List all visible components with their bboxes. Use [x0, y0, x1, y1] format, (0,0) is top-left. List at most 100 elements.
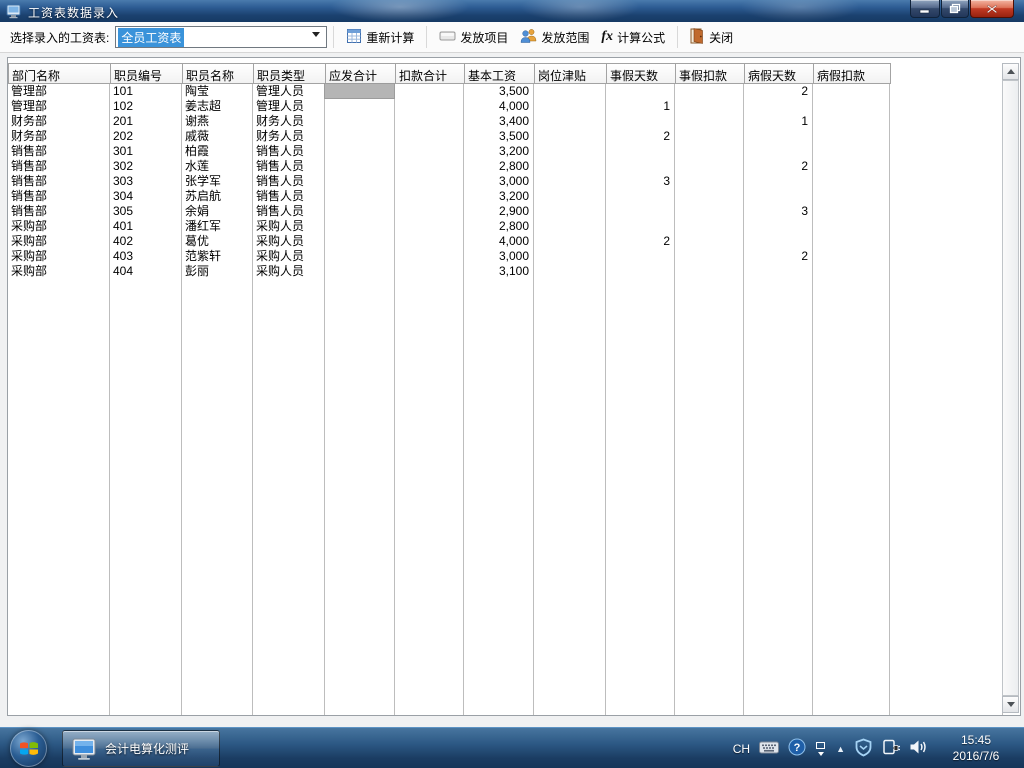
vertical-scrollbar[interactable] [1002, 63, 1019, 713]
table-cell[interactable] [744, 99, 813, 114]
table-cell[interactable]: 葛优 [182, 234, 253, 249]
restore-button[interactable] [941, 0, 969, 18]
table-cell[interactable]: 1 [606, 99, 675, 114]
table-cell[interactable] [534, 249, 606, 264]
table-cell[interactable] [744, 174, 813, 189]
table-cell[interactable]: 304 [110, 189, 182, 204]
table-cell[interactable] [813, 189, 890, 204]
table-cell[interactable]: 2 [606, 234, 675, 249]
language-indicator[interactable]: CH [733, 742, 750, 756]
column-header-6[interactable]: 基本工资 [464, 63, 535, 84]
start-button[interactable] [10, 730, 47, 767]
show-hidden-icons-button[interactable]: ▲ [836, 744, 845, 754]
table-cell[interactable]: 管理人员 [253, 99, 325, 114]
table-cell[interactable]: 财务部 [8, 114, 110, 129]
table-cell[interactable]: 3,000 [464, 174, 534, 189]
table-cell[interactable] [534, 99, 606, 114]
table-cell[interactable] [325, 144, 395, 159]
table-cell[interactable] [395, 129, 464, 144]
table-cell[interactable]: 财务人员 [253, 129, 325, 144]
table-cell[interactable]: 3 [606, 174, 675, 189]
table-cell[interactable] [395, 174, 464, 189]
table-cell[interactable] [395, 114, 464, 129]
table-cell[interactable] [395, 234, 464, 249]
table-cell[interactable]: 彭丽 [182, 264, 253, 279]
table-cell[interactable] [534, 264, 606, 279]
desktop-preview-icon[interactable] [815, 741, 827, 756]
table-cell[interactable] [325, 159, 395, 174]
selected-cell[interactable] [324, 83, 395, 99]
table-cell[interactable]: 2,800 [464, 159, 534, 174]
table-cell[interactable] [675, 114, 744, 129]
table-cell[interactable]: 2,900 [464, 204, 534, 219]
table-cell[interactable] [675, 204, 744, 219]
scroll-down-button[interactable] [1002, 696, 1019, 713]
table-cell[interactable] [744, 129, 813, 144]
table-cell[interactable]: 3,200 [464, 189, 534, 204]
table-cell[interactable]: 水莲 [182, 159, 253, 174]
table-cell[interactable] [606, 249, 675, 264]
table-cell[interactable]: 3 [744, 204, 813, 219]
table-cell[interactable] [813, 174, 890, 189]
pay-items-button[interactable]: 发放项目 [433, 26, 514, 49]
table-cell[interactable]: 采购人员 [253, 219, 325, 234]
table-cell[interactable] [325, 189, 395, 204]
table-cell[interactable]: 销售人员 [253, 159, 325, 174]
table-cell[interactable] [813, 144, 890, 159]
table-cell[interactable]: 销售部 [8, 189, 110, 204]
table-cell[interactable] [813, 114, 890, 129]
table-cell[interactable]: 3,400 [464, 114, 534, 129]
table-cell[interactable] [325, 174, 395, 189]
table-cell[interactable]: 2 [744, 249, 813, 264]
table-cell[interactable] [813, 234, 890, 249]
column-header-0[interactable]: 部门名称 [8, 63, 111, 84]
table-cell[interactable] [744, 219, 813, 234]
payroll-select-combobox[interactable]: 全员工资表 [115, 26, 328, 48]
table-cell[interactable] [675, 174, 744, 189]
table-cell[interactable] [325, 264, 395, 279]
table-cell[interactable]: 采购部 [8, 249, 110, 264]
minimize-button[interactable] [910, 0, 940, 18]
table-cell[interactable]: 管理人员 [253, 84, 325, 99]
table-cell[interactable] [534, 234, 606, 249]
table-cell[interactable] [395, 204, 464, 219]
table-cell[interactable] [325, 249, 395, 264]
chevron-down-icon[interactable] [312, 32, 321, 37]
help-input-icon[interactable]: ? [788, 738, 806, 759]
table-cell[interactable] [675, 99, 744, 114]
table-cell[interactable]: 柏霞 [182, 144, 253, 159]
table-cell[interactable]: 销售人员 [253, 189, 325, 204]
table-cell[interactable]: 3,100 [464, 264, 534, 279]
table-cell[interactable]: 302 [110, 159, 182, 174]
table-cell[interactable]: 潘红军 [182, 219, 253, 234]
table-cell[interactable] [606, 204, 675, 219]
table-cell[interactable] [813, 129, 890, 144]
table-cell[interactable] [325, 99, 395, 114]
table-cell[interactable] [395, 189, 464, 204]
table-cell[interactable] [534, 129, 606, 144]
table-cell[interactable] [325, 129, 395, 144]
table-cell[interactable]: 姜志超 [182, 99, 253, 114]
volume-icon[interactable] [909, 739, 928, 758]
table-cell[interactable] [813, 219, 890, 234]
table-cell[interactable]: 1 [744, 114, 813, 129]
table-cell[interactable]: 销售部 [8, 144, 110, 159]
table-cell[interactable] [744, 189, 813, 204]
table-cell[interactable] [395, 84, 464, 99]
table-cell[interactable]: 401 [110, 219, 182, 234]
table-cell[interactable] [395, 99, 464, 114]
network-icon[interactable] [882, 739, 900, 758]
table-cell[interactable]: 采购部 [8, 264, 110, 279]
table-cell[interactable] [675, 219, 744, 234]
scroll-up-button[interactable] [1002, 63, 1019, 80]
table-cell[interactable]: 402 [110, 234, 182, 249]
table-cell[interactable]: 采购人员 [253, 264, 325, 279]
close-button[interactable] [970, 0, 1014, 18]
table-cell[interactable] [813, 99, 890, 114]
table-cell[interactable]: 销售部 [8, 174, 110, 189]
table-cell[interactable] [813, 264, 890, 279]
table-cell[interactable]: 戚薇 [182, 129, 253, 144]
taskbar-clock[interactable]: 15:45 2016/7/6 [932, 732, 1020, 764]
table-cell[interactable] [813, 249, 890, 264]
table-cell[interactable]: 销售人员 [253, 204, 325, 219]
